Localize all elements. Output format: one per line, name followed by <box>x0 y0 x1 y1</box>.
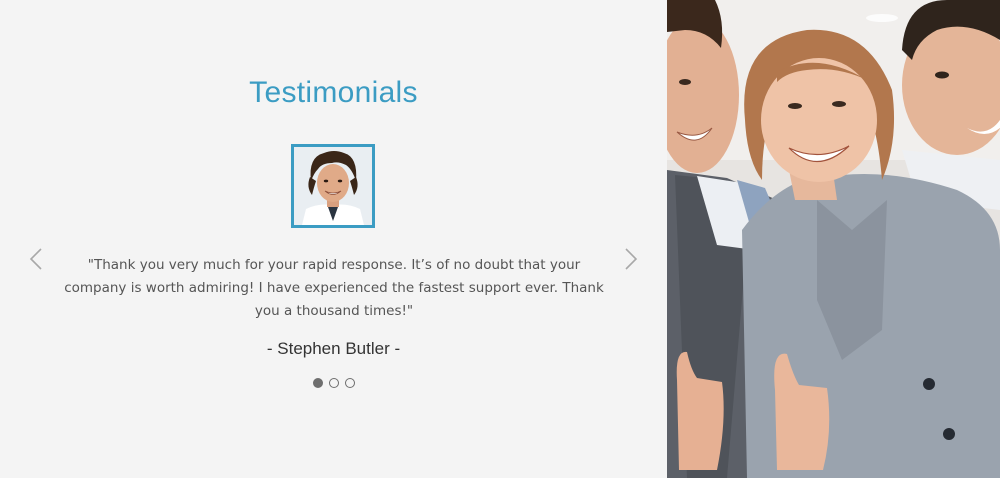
avatar-photo <box>294 147 372 225</box>
page: Testimonials "Thank you very much for yo… <box>0 0 1000 478</box>
carousel-pagination <box>0 378 667 388</box>
prev-button[interactable] <box>27 246 47 272</box>
team-photo <box>667 0 1000 478</box>
pagination-dot[interactable] <box>328 378 339 388</box>
pagination-dot[interactable] <box>312 378 323 388</box>
chevron-right-icon <box>625 248 638 270</box>
pagination-dot[interactable] <box>344 378 355 388</box>
testimonial-author: - Stephen Butler - <box>266 339 401 358</box>
testimonial-avatar <box>291 144 375 228</box>
testimonial-quote: "Thank you very much for your rapid resp… <box>64 257 604 319</box>
testimonials-section: Testimonials "Thank you very much for yo… <box>0 0 667 478</box>
section-title: Testimonials <box>249 76 418 109</box>
chevron-left-icon <box>29 248 42 270</box>
team-photo-image <box>667 0 1000 478</box>
next-button[interactable] <box>620 246 640 272</box>
